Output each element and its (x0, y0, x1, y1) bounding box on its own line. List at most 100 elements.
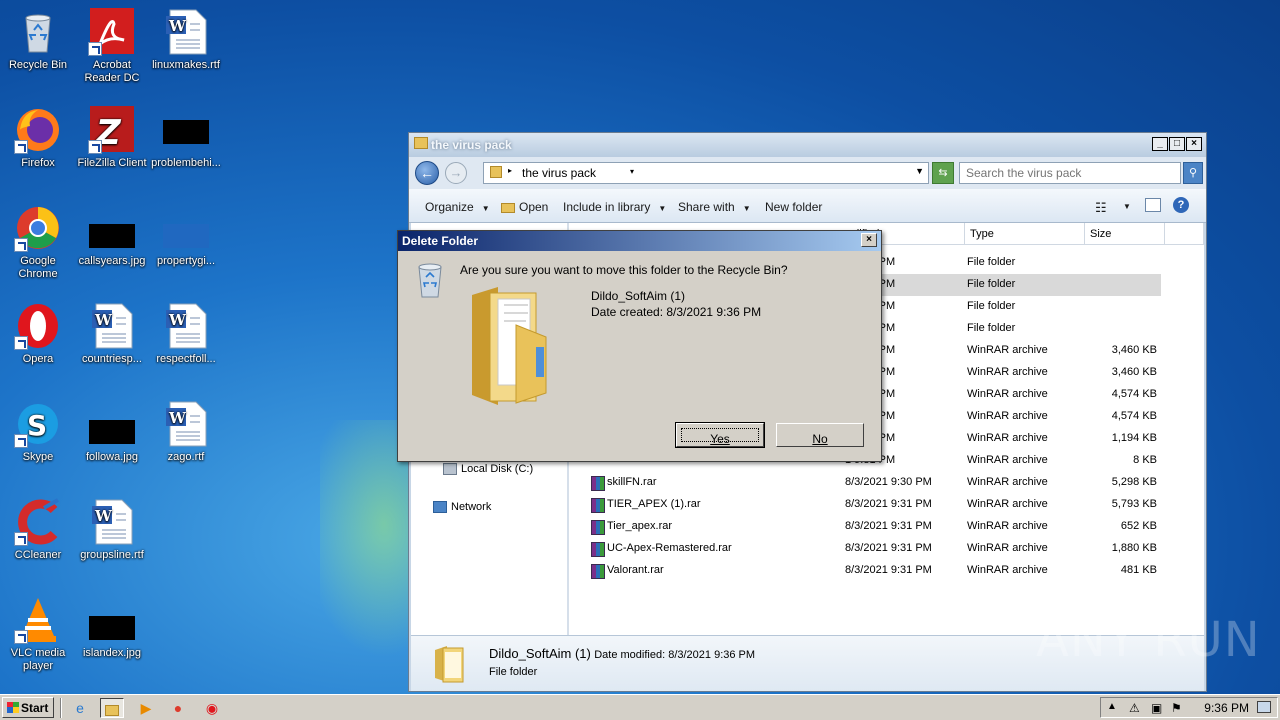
breadcrumb[interactable]: the virus pack (522, 166, 596, 180)
desktop-icon-acrobat[interactable]: Acrobat Reader DC (74, 8, 150, 85)
clock[interactable]: 9:36 PM (1204, 701, 1249, 715)
close-button[interactable]: × (1186, 137, 1202, 151)
desktop-icon-skype[interactable]: S Skype (0, 400, 76, 464)
start-button[interactable]: Start (2, 697, 54, 718)
search-icon[interactable]: ⚲ (1183, 162, 1203, 184)
chrome-taskbar-icon[interactable]: ● (166, 698, 190, 718)
desktop-icon-propertygi[interactable]: propertygi... (148, 204, 224, 268)
desktop-icon-firefox[interactable]: Firefox (0, 106, 76, 170)
nav-item-network[interactable]: Network (433, 501, 491, 514)
file-type: WinRAR archive (967, 498, 1048, 510)
desktop-icon-opera[interactable]: Opera (0, 302, 76, 366)
windows-logo-icon (7, 702, 19, 713)
explorer-taskbar-icon[interactable] (100, 698, 124, 718)
include-in-library-button[interactable]: Include in library ▼ (563, 200, 666, 214)
dialog-title: Delete Folder (402, 234, 479, 248)
file-size: 8 KB (1133, 454, 1157, 466)
acrobat-icon (88, 8, 136, 56)
chevron-down-icon[interactable]: ▾ (630, 167, 634, 176)
desktop-icon-vlc[interactable]: VLC media player (0, 596, 76, 673)
file-row[interactable]: UC-Apex-Remastered.rar 8/3/2021 9:31 PM Wi… (583, 538, 1161, 560)
view-options-icon[interactable]: ☷ (1095, 200, 1107, 216)
yes-button[interactable]: Yes (675, 422, 765, 448)
desktop-icon-label: respectfoll... (156, 353, 216, 365)
maximize-button[interactable]: □ (1169, 137, 1185, 151)
file-size: 1,194 KB (1111, 432, 1157, 444)
file-row[interactable]: Valorant.rar 8/3/2021 9:31 PM WinRAR archi… (583, 560, 1161, 582)
file-type: WinRAR archive (967, 564, 1048, 576)
desktop-icon-islandex[interactable]: islandex.jpg (74, 596, 150, 660)
details-name: Dildo_SoftAim (1) Date modified: 8/3/202… (489, 646, 756, 661)
opera-taskbar-icon[interactable]: ◉ (200, 698, 224, 718)
file-date: 8/3/2021 9:31 PM (845, 564, 932, 576)
file-row[interactable]: Tier_apex.rar 8/3/2021 9:31 PM WinRAR arch… (583, 516, 1161, 538)
file-size: 5,793 KB (1111, 498, 1157, 510)
winrar-archive-icon (591, 498, 605, 513)
desktop-icon-label: callsyears.jpg (78, 255, 146, 267)
desktop-icon-label: VLC media player (10, 647, 66, 672)
dialog-message: Are you sure you want to move this folde… (460, 263, 788, 277)
search-box[interactable] (959, 162, 1181, 184)
delete-folder-dialog[interactable]: Delete Folder × Are you sure you want to… (397, 230, 882, 462)
search-input[interactable] (960, 163, 1156, 183)
file-row[interactable]: skillFN.rar 8/3/2021 9:30 PM WinRAR archiv… (583, 472, 1161, 494)
file-type: WinRAR archive (967, 476, 1048, 488)
address-dropdown-icon[interactable]: ▼ (915, 166, 924, 176)
nav-item-local-disk[interactable]: Local Disk (C:) (443, 463, 533, 476)
view-dropdown-icon[interactable]: ▼ (1123, 202, 1131, 211)
no-button[interactable]: No (776, 423, 864, 447)
minimize-button[interactable]: _ (1152, 137, 1168, 151)
desktop-icon-ccleaner[interactable]: CCleaner (0, 498, 76, 562)
column-type[interactable]: Type (965, 223, 1085, 245)
word-document-icon: W (162, 302, 210, 350)
network-tray-icon[interactable]: ▣ (1151, 701, 1162, 715)
drive-icon (443, 463, 457, 476)
new-folder-button[interactable]: New folder (765, 200, 822, 214)
desktop-icon-label: Opera (22, 353, 54, 365)
organize-button[interactable]: Organize ▼ (425, 200, 490, 214)
dialog-titlebar[interactable]: Delete Folder × (398, 231, 881, 251)
open-button[interactable]: Open (501, 200, 548, 214)
details-type: File folder (489, 666, 538, 678)
media-player-icon[interactable]: ▶ (134, 698, 158, 718)
desktop-icon-recycle-bin[interactable]: Recycle Bin (0, 8, 76, 72)
dialog-close-button[interactable]: × (861, 233, 877, 247)
share-with-button[interactable]: Share with ▼ (678, 200, 751, 214)
desktop-icon-label: countriesp... (82, 353, 142, 365)
file-type: WinRAR archive (967, 454, 1048, 466)
desktop-icon-zago[interactable]: W zago.rtf (148, 400, 224, 464)
firefox-icon (14, 106, 62, 154)
flag-icon[interactable]: ⚑ (1171, 701, 1182, 715)
file-type: WinRAR archive (967, 388, 1048, 400)
desktop-icon-respectfoll[interactable]: W respectfoll... (148, 302, 224, 366)
desktop-icon-problembehi[interactable]: problembehi... (148, 106, 224, 170)
network-icon (433, 501, 447, 514)
preview-pane-icon[interactable] (1145, 198, 1161, 212)
desktop-icon-chrome[interactable]: Google Chrome (0, 204, 76, 281)
help-icon[interactable]: ? (1173, 197, 1189, 213)
forward-arrow-icon[interactable]: → (445, 162, 467, 184)
desktop-icon-linuxmakes[interactable]: W linuxmakes.rtf (148, 8, 224, 72)
image-thumbnail-icon (88, 400, 136, 448)
internet-explorer-icon[interactable]: e (68, 698, 92, 718)
svg-text:W: W (168, 311, 187, 329)
desktop-icon-callsyears[interactable]: callsyears.jpg (74, 204, 150, 268)
back-arrow-icon[interactable]: ← (415, 161, 439, 185)
desktop-icon-label: followa.jpg (86, 451, 138, 463)
action-center-icon[interactable]: ⚠ (1129, 701, 1140, 715)
show-desktop-icon[interactable] (1257, 701, 1271, 713)
dialog-folder-name: Dildo_SoftAim (1) (591, 289, 686, 303)
show-hidden-icons-chevron[interactable]: ▲ (1107, 701, 1117, 712)
refresh-icon[interactable]: ⇆ (932, 162, 954, 184)
desktop-icon-filezilla[interactable]: Z FileZilla Client (74, 106, 150, 170)
skype-icon: S (14, 400, 62, 448)
desktop-icon-label: zago.rtf (167, 451, 205, 463)
desktop-icon-followa[interactable]: followa.jpg (74, 400, 150, 464)
column-size[interactable]: Size (1085, 223, 1165, 245)
desktop-icon-countriesp[interactable]: W countriesp... (74, 302, 150, 366)
desktop-icon-groupsline[interactable]: W groupsline.rtf (74, 498, 150, 562)
image-thumbnail-icon (162, 106, 210, 154)
address-box[interactable]: ▸ the virus pack ▾ ▼ (483, 162, 929, 184)
file-row[interactable]: TIER_APEX (1).rar 8/3/2021 9:31 PM WinRAR … (583, 494, 1161, 516)
explorer-titlebar[interactable]: the virus pack _ □ × (409, 133, 1206, 157)
